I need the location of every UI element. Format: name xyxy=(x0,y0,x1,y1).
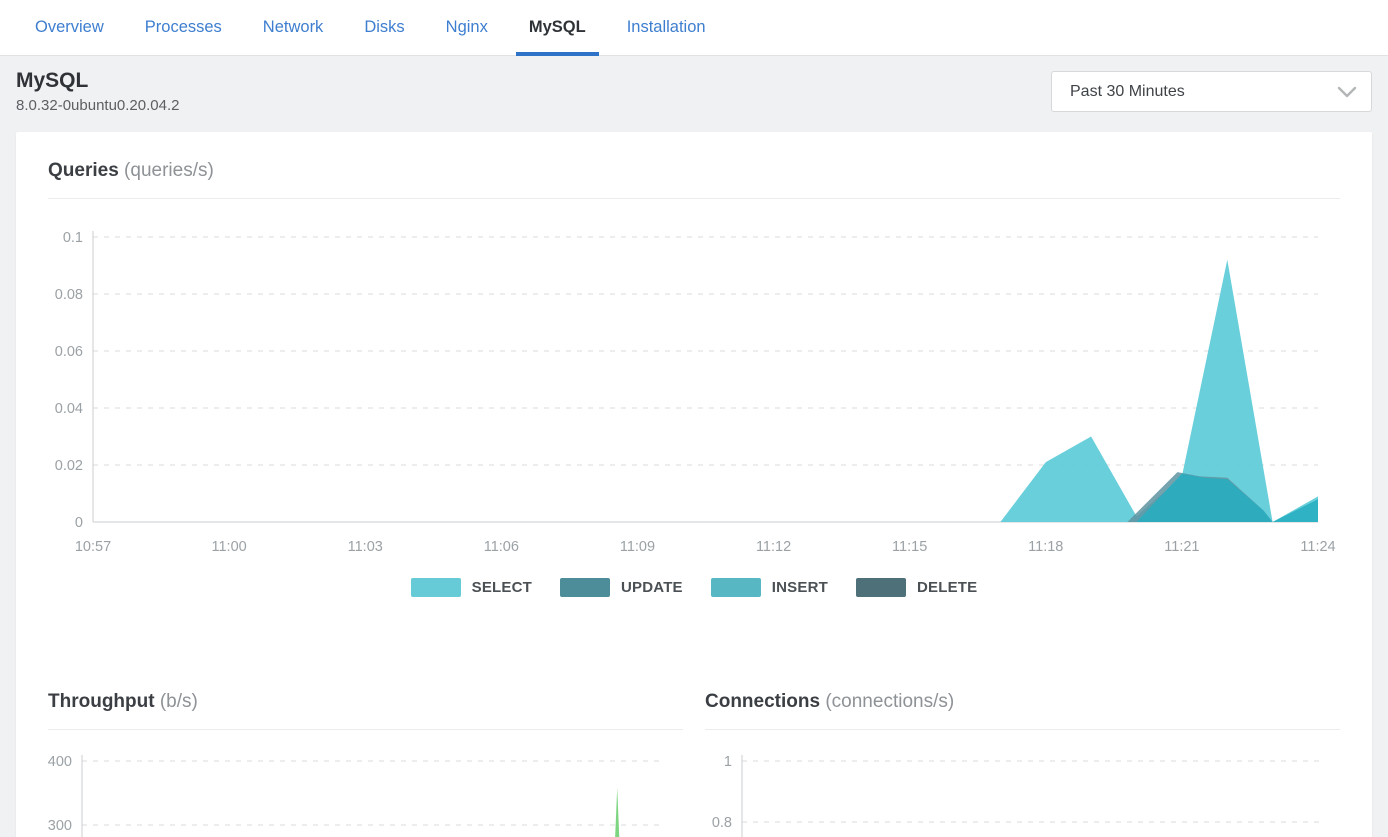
queries-chart-title: Queries (queries/s) xyxy=(48,160,1340,182)
y-tick-label: 0 xyxy=(75,515,83,531)
x-tick-label: 11:03 xyxy=(348,539,383,555)
y-tick-label: 0.8 xyxy=(712,815,732,831)
y-tick-label: 300 xyxy=(48,818,72,834)
page-title-block: MySQL 8.0.32-0ubuntu0.20.04.2 xyxy=(16,68,179,114)
mysql-version: 8.0.32-0ubuntu0.20.04.2 xyxy=(16,97,179,114)
y-tick-label: 0.1 xyxy=(63,230,83,246)
chart-title-unit: (b/s) xyxy=(160,691,198,712)
metrics-card: Queries (queries/s) 0.10.080.060.040.020… xyxy=(16,132,1372,837)
chart-title-text: Queries xyxy=(48,160,119,181)
x-tick-label: 11:09 xyxy=(620,539,655,555)
legend-item-delete: DELETE xyxy=(856,578,977,597)
series-area-insert xyxy=(1137,474,1319,522)
x-tick-label: 10:57 xyxy=(75,539,111,555)
tab-disks[interactable]: Disks xyxy=(364,0,404,56)
y-tick-label: 400 xyxy=(48,754,72,770)
throughput-section: Throughput (b/s) 400 300 xyxy=(48,691,683,837)
page-title: MySQL xyxy=(16,68,179,93)
throughput-chart: 400 300 xyxy=(48,730,683,837)
series-area-throughput xyxy=(608,788,627,837)
y-tick-label: 0.06 xyxy=(55,344,83,360)
legend-item-select: SELECT xyxy=(411,578,532,597)
legend-item-update: UPDATE xyxy=(560,578,683,597)
x-tick-label: 11:06 xyxy=(484,539,519,555)
connections-chart: 10.8 xyxy=(705,730,1340,837)
y-tick-label: 1 xyxy=(724,754,732,770)
page-header: MySQL 8.0.32-0ubuntu0.20.04.2 Past 30 Mi… xyxy=(0,56,1388,124)
tab-installation[interactable]: Installation xyxy=(627,0,706,56)
throughput-chart-title: Throughput (b/s) xyxy=(48,691,683,713)
legend-swatch-select xyxy=(411,578,461,597)
queries-legend: SELECT UPDATE INSERT DELETE xyxy=(48,577,1340,597)
series-area-select xyxy=(93,260,1318,522)
connections-chart-title: Connections (connections/s) xyxy=(705,691,1340,713)
tab-processes[interactable]: Processes xyxy=(145,0,222,56)
tab-bar: Overview Processes Network Disks Nginx MySQL I… xyxy=(0,0,1388,56)
legend-label: SELECT xyxy=(472,579,532,596)
tab-nginx[interactable]: Nginx xyxy=(446,0,488,56)
queries-section: Queries (queries/s) 0.10.080.060.040.020… xyxy=(48,160,1340,597)
queries-chart: 0.1 0.08 0.06 0.04 0.02 0 10:57 11:00 11:03 11:06… xyxy=(48,199,1340,567)
chart-title-text: Throughput xyxy=(48,691,155,712)
legend-swatch-update xyxy=(560,578,610,597)
time-range-value: Past 30 Minutes xyxy=(1070,83,1185,101)
legend-swatch-delete xyxy=(856,578,906,597)
tab-overview[interactable]: Overview xyxy=(35,0,104,56)
chevron-down-icon xyxy=(1337,86,1357,98)
x-tick-label: 11:18 xyxy=(1028,539,1063,555)
screen: Overview Processes Network Disks Nginx MySQL I… xyxy=(0,0,1388,837)
bottom-charts-row: Throughput (b/s) 400 300 Connections (con… xyxy=(48,691,1340,837)
legend-item-insert: INSERT xyxy=(711,578,828,597)
legend-label: DELETE xyxy=(917,579,977,596)
time-range-select[interactable]: Past 30 Minutes xyxy=(1051,71,1372,112)
chart-title-unit: (queries/s) xyxy=(124,160,214,181)
x-tick-label: 11:21 xyxy=(1164,539,1199,555)
connections-section: Connections (connections/s) 10.8 xyxy=(705,691,1340,837)
y-tick-label: 0.02 xyxy=(55,458,83,474)
legend-label: INSERT xyxy=(772,579,828,596)
chart-title-unit: (connections/s) xyxy=(825,691,954,712)
x-tick-label: 11:00 xyxy=(212,539,247,555)
x-tick-label: 11:24 xyxy=(1300,539,1335,555)
tab-mysql[interactable]: MySQL xyxy=(529,0,586,56)
x-tick-label: 11:12 xyxy=(756,539,791,555)
legend-label: UPDATE xyxy=(621,579,683,596)
x-tick-label: 11:15 xyxy=(892,539,927,555)
y-tick-label: 0.04 xyxy=(55,401,83,417)
tab-network[interactable]: Network xyxy=(263,0,324,56)
chart-title-text: Connections xyxy=(705,691,820,712)
y-tick-label: 0.08 xyxy=(55,287,83,303)
legend-swatch-insert xyxy=(711,578,761,597)
